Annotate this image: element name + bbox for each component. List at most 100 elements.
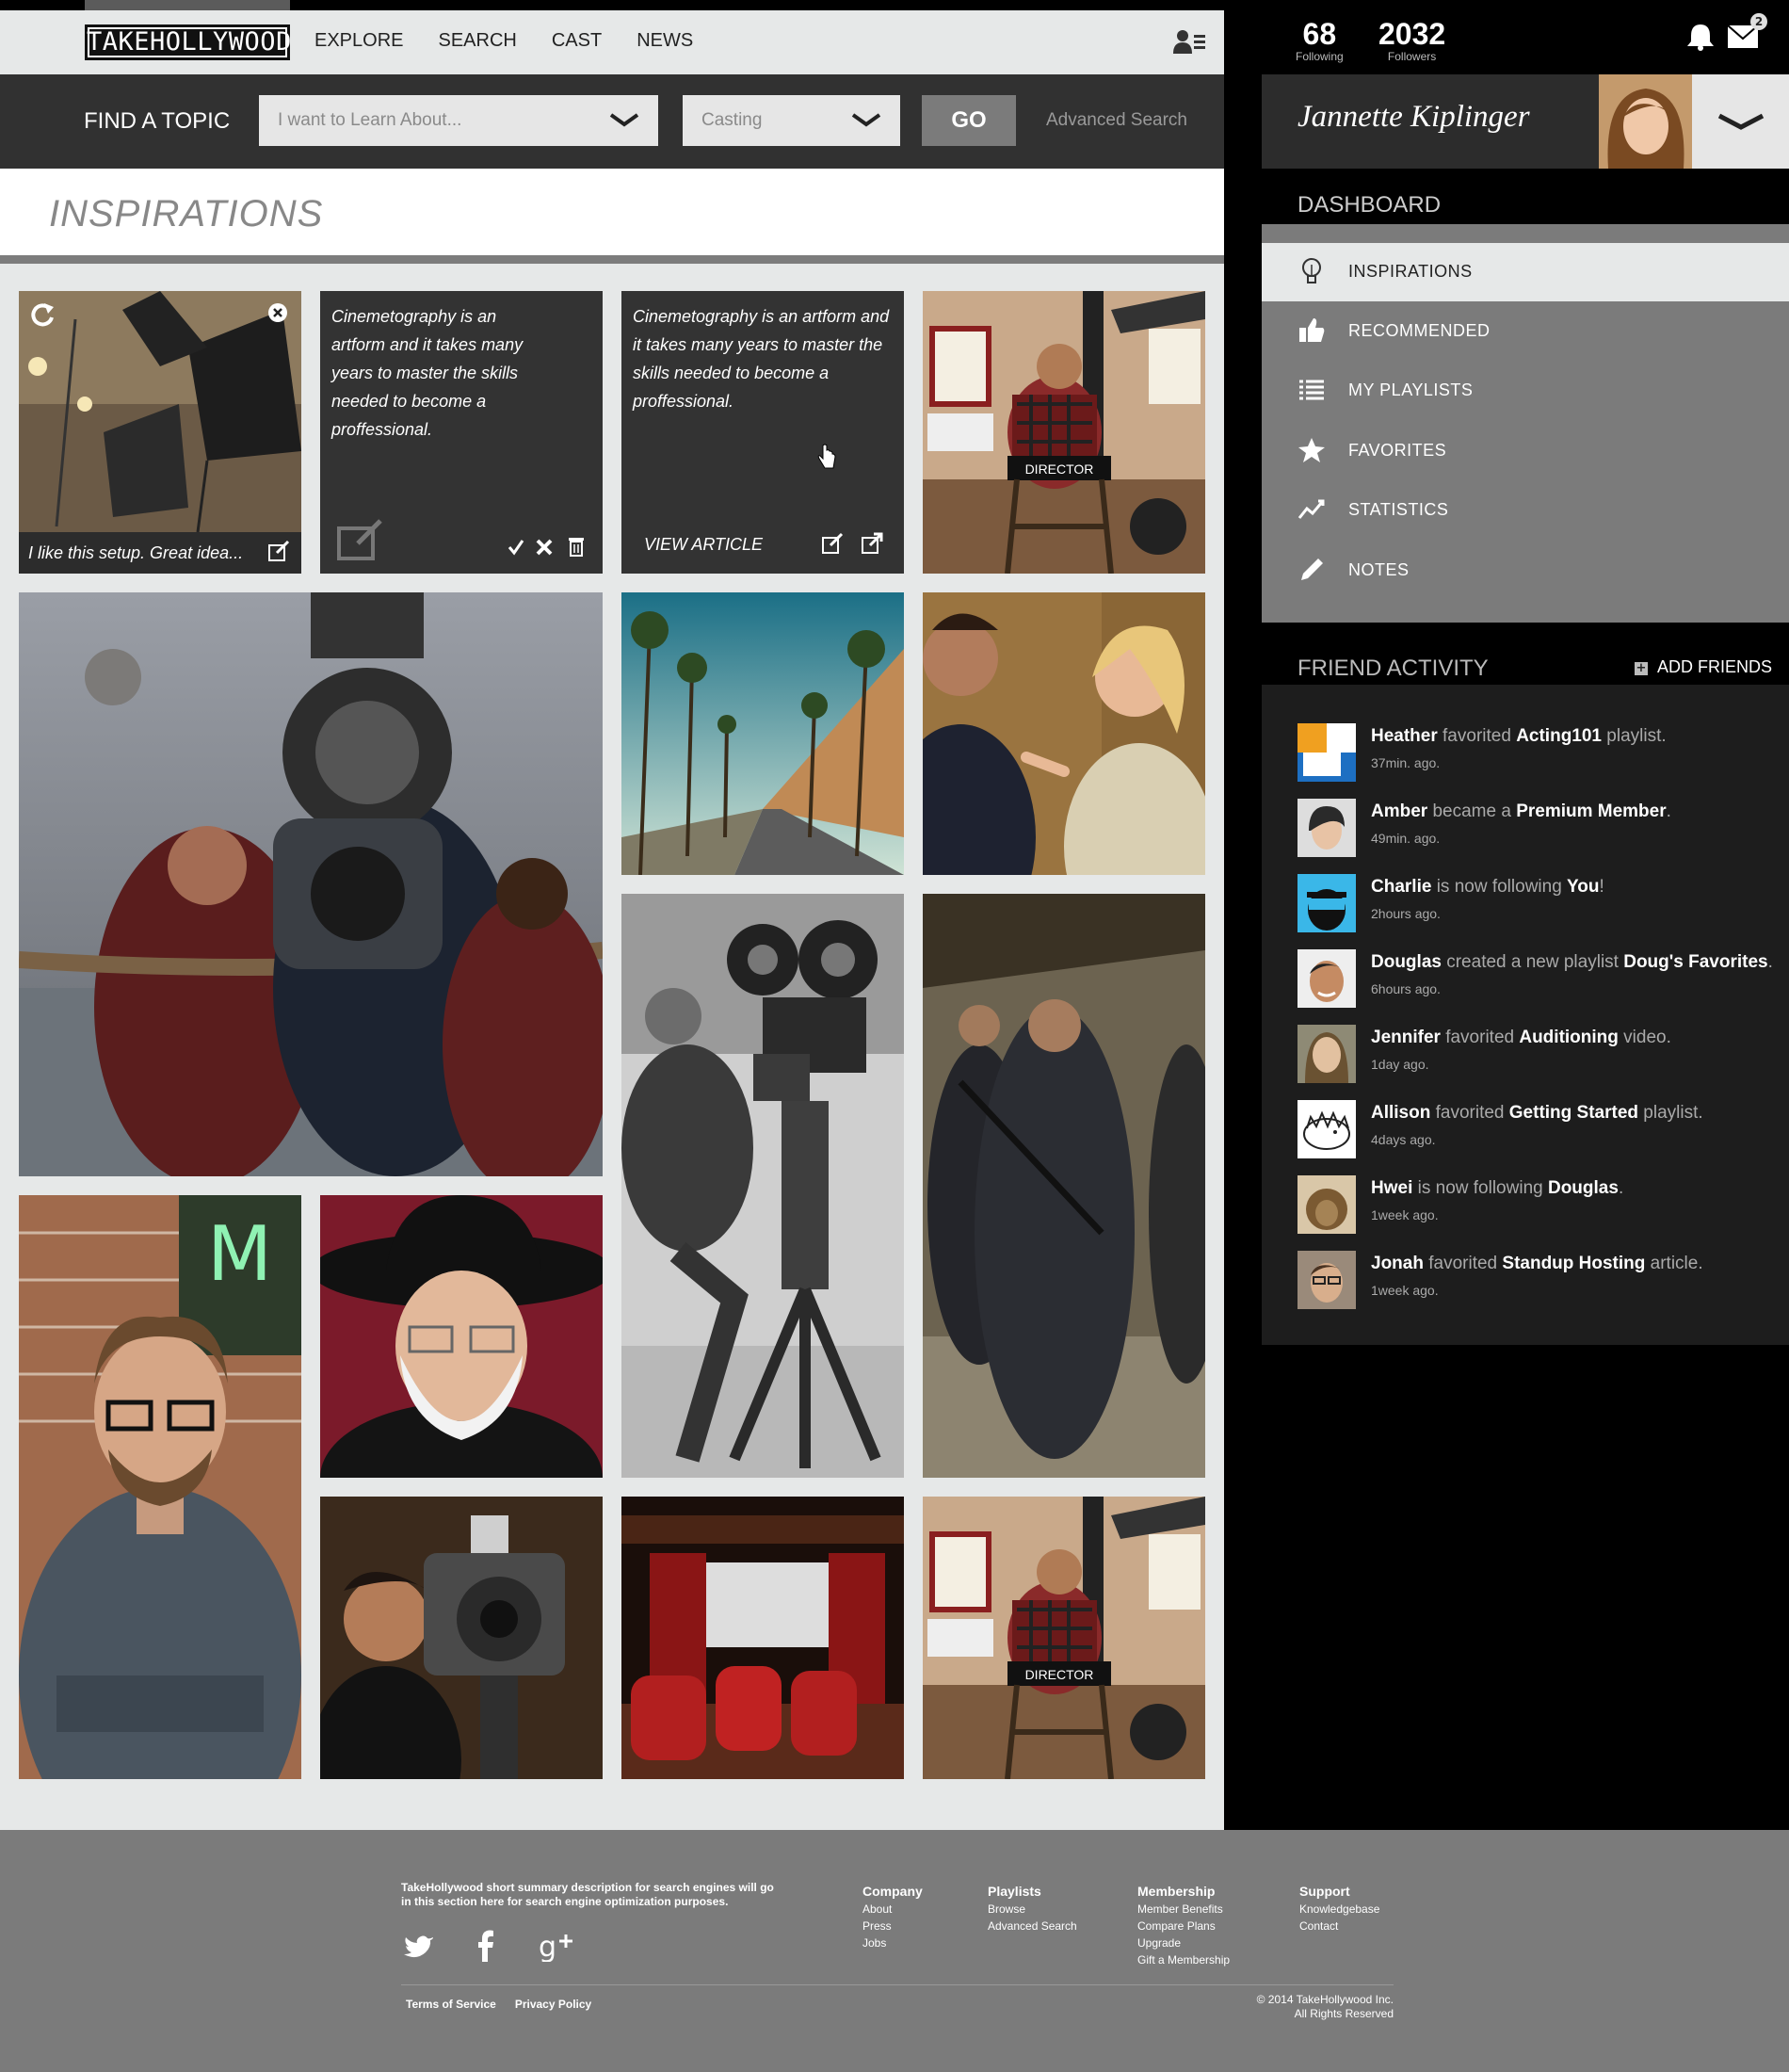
edit-icon[interactable] (267, 540, 290, 562)
cancel-icon[interactable] (535, 538, 554, 557)
footer-link[interactable]: Upgrade (1137, 1934, 1230, 1951)
profile-avatar[interactable] (1599, 74, 1692, 169)
photo-tile-vintage-camera[interactable] (621, 894, 904, 1478)
photo-tile-camera-operator[interactable] (320, 1497, 603, 1779)
close-icon[interactable] (267, 302, 288, 323)
go-button[interactable]: GO (922, 95, 1016, 146)
footer-link[interactable]: Contact (1299, 1918, 1379, 1934)
friend-avatar[interactable] (1297, 1175, 1356, 1234)
photo-tile-director-chair[interactable]: DIRECTOR (923, 291, 1205, 574)
friend-avatar[interactable] (1297, 1100, 1356, 1158)
chevron-down-icon (609, 113, 639, 127)
nav-link-news[interactable]: NEWS (637, 30, 693, 52)
dashboard-item-inspirations[interactable]: INSPIRATIONS (1262, 243, 1789, 301)
user-profile-icon[interactable] (1173, 29, 1205, 54)
check-icon[interactable] (507, 538, 525, 557)
friend-avatar[interactable] (1297, 1251, 1356, 1309)
activity-user[interactable]: Jennifer (1371, 1028, 1441, 1047)
activity-user[interactable]: Charlie (1371, 877, 1431, 897)
profile-name[interactable]: Jannette Kiplinger (1297, 100, 1530, 135)
photo-tile-hat-portrait[interactable] (320, 1195, 603, 1478)
followers-stat[interactable]: 2032 Followers (1378, 17, 1445, 63)
terms-of-service-link[interactable]: Terms of Service (406, 1998, 496, 2011)
footer-column-title: Playlists (988, 1884, 1041, 1899)
dashboard-item-recommended[interactable]: RECOMMENDED (1262, 302, 1789, 361)
note-tile-editing[interactable]: Cinemetography is an artform and it take… (320, 291, 603, 574)
activity-time: 49min. ago. (1371, 831, 1441, 846)
photo-tile-couple-scene[interactable] (923, 592, 1205, 875)
activity-user[interactable]: Hwei (1371, 1178, 1412, 1198)
category-dropdown[interactable]: Casting (683, 95, 900, 146)
article-tile[interactable]: Cinemetography is an artform and it take… (621, 291, 904, 574)
add-friends-icon[interactable]: + (1635, 662, 1648, 675)
friend-avatar[interactable] (1297, 723, 1356, 782)
bell-icon[interactable] (1685, 23, 1716, 51)
activity-user[interactable]: Jonah (1371, 1254, 1424, 1273)
activity-object[interactable]: Doug's Favorites (1623, 952, 1767, 972)
activity-user[interactable]: Douglas (1371, 952, 1442, 972)
footer-link[interactable]: Gift a Membership (1137, 1951, 1230, 1968)
footer-link[interactable]: Compare Plans (1137, 1918, 1230, 1934)
photo-tile-brick-portrait[interactable]: M (19, 1195, 301, 1779)
photo-tile-water-scene[interactable] (19, 592, 603, 1176)
facebook-icon[interactable] (470, 1930, 502, 1962)
footer-link[interactable]: Advanced Search (988, 1918, 1077, 1934)
activity-object[interactable]: Auditioning (1519, 1028, 1619, 1047)
nav-link-explore[interactable]: EXPLORE (314, 30, 403, 52)
view-article-link[interactable]: VIEW ARTICLE (644, 530, 763, 558)
refresh-icon[interactable] (28, 300, 56, 329)
google-plus-icon[interactable]: g (539, 1930, 576, 1962)
following-stat[interactable]: 68 Following (1296, 17, 1344, 63)
nav-link-cast[interactable]: CAST (552, 30, 602, 52)
footer-link[interactable]: Member Benefits (1137, 1901, 1230, 1918)
activity-object[interactable]: Douglas (1548, 1178, 1619, 1198)
activity-time: 37min. ago. (1371, 755, 1441, 770)
site-logo[interactable]: TAKEHOLLYWOOD (85, 24, 291, 60)
footer-link[interactable]: Knowledgebase (1299, 1901, 1379, 1918)
friend-avatar[interactable] (1297, 799, 1356, 857)
add-friends-link[interactable]: ADD FRIENDS (1657, 657, 1772, 677)
activity-object[interactable]: Standup Hosting (1502, 1254, 1645, 1273)
footer-link[interactable]: Browse (988, 1901, 1077, 1918)
footer-link[interactable]: About (862, 1901, 923, 1918)
top-nav: TAKEHOLLYWOOD EXPLORE SEARCH CAST NEWS (0, 0, 1224, 74)
dashboard-item-notes[interactable]: NOTES (1262, 542, 1789, 600)
privacy-policy-link[interactable]: Privacy Policy (515, 1998, 591, 2011)
activity-object[interactable]: Getting Started (1509, 1103, 1638, 1123)
advanced-search-link[interactable]: Advanced Search (1046, 110, 1187, 131)
profile-menu-toggle[interactable] (1692, 74, 1789, 169)
photo-tile-samurai[interactable] (923, 894, 1205, 1478)
twitter-icon[interactable] (403, 1930, 435, 1962)
activity-text: Hwei is now following Douglas. 1week ago. (1371, 1175, 1776, 1228)
share-external-icon[interactable] (861, 532, 883, 555)
friend-avatar[interactable] (1297, 949, 1356, 1008)
director-chair-label: DIRECTOR (1025, 1667, 1094, 1682)
director-set-photo: DIRECTOR (923, 291, 1205, 574)
topic-dropdown[interactable]: I want to Learn About... (259, 95, 658, 146)
dashboard-item-favorites[interactable]: FAVORITES (1262, 422, 1789, 480)
edit-icon[interactable] (821, 532, 844, 555)
photo-tile-home-theater[interactable] (621, 1497, 904, 1779)
followers-label: Followers (1387, 50, 1437, 63)
footer-link[interactable]: Press (862, 1918, 923, 1934)
dashboard-item-my-playlists[interactable]: MY PLAYLISTS (1262, 362, 1789, 420)
activity-user[interactable]: Heather (1371, 726, 1438, 746)
footer-link[interactable]: Jobs (862, 1934, 923, 1951)
profile-header: Jannette Kiplinger (1262, 74, 1789, 169)
photo-caption: I like this setup. Great idea... (19, 532, 301, 574)
photo-tile-director-chair-2[interactable]: DIRECTOR (923, 1497, 1205, 1779)
photo-tile-lighting-setup[interactable]: I like this setup. Great idea... (19, 291, 301, 574)
dashboard-item-statistics[interactable]: STATISTICS (1262, 481, 1789, 540)
activity-user[interactable]: Allison (1371, 1103, 1430, 1123)
note-text[interactable]: Cinemetography is an artform and it take… (331, 302, 591, 444)
activity-object[interactable]: Acting101 (1516, 726, 1602, 746)
friend-avatar[interactable] (1297, 1025, 1356, 1083)
activity-object[interactable]: Premium Member (1516, 801, 1666, 821)
nav-link-search[interactable]: SEARCH (438, 30, 516, 52)
activity-object[interactable]: You (1567, 877, 1599, 897)
lightbulb-icon (1302, 258, 1321, 283)
trash-icon[interactable] (567, 536, 586, 557)
photo-tile-palm-street[interactable] (621, 592, 904, 875)
friend-avatar[interactable] (1297, 874, 1356, 932)
activity-user[interactable]: Amber (1371, 801, 1427, 821)
